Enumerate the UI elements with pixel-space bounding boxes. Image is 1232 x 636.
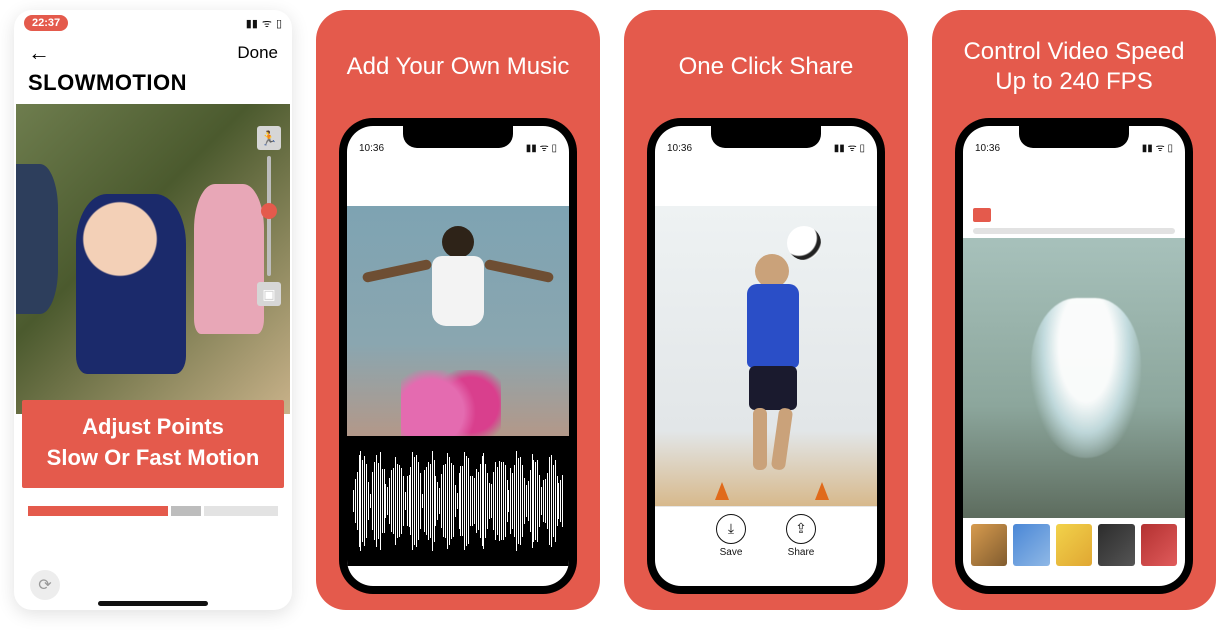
status-icons: ▮▮ ᯤ ▯ [1142,140,1173,154]
signal-icon: ▮▮ [246,17,258,30]
done-button[interactable]: Done [1140,161,1173,177]
status-icons: ▮▮ ᯤ ▯ [526,140,557,154]
status-bar: 22:37 ▮▮ ᯤ ▯ [14,10,292,36]
status-time: 10:36 [359,143,384,154]
refresh-icon: ⟳ [38,575,51,595]
speed-slider-track[interactable] [973,228,1175,234]
status-icons: ▮▮ ᯤ ▯ [834,140,865,154]
download-icon: ⤓ [716,514,746,544]
screenshot-slowmotion: 22:37 ▮▮ ᯤ ▯ ← Done SLOWMOTION 🏃 ▣ Adjus… [14,10,292,610]
figure-icon [725,254,815,474]
back-arrow-icon[interactable]: ← [28,42,50,64]
clip-thumbnails[interactable] [963,518,1185,572]
phone-mock: 10:36 ▮▮ ᯤ ▯ ← Done EDITOR [955,118,1193,594]
caption-line: Slow Or Fast Motion [28,443,278,474]
back-arrow-icon[interactable]: ← [975,161,989,177]
promo-card-speed: Control Video Speed Up to 240 FPS 10:36 … [932,10,1216,610]
promo-title: Add Your Own Music [347,36,570,98]
battery-icon: ▯ [276,17,282,30]
timeline-progress[interactable] [28,506,278,516]
share-body: ⤓ Save ⇪ Share [655,206,877,586]
back-arrow-icon[interactable]: ← [667,161,681,177]
video-placeholder [16,104,290,414]
audio-waveform[interactable] [347,436,569,566]
nav-bar: ← Done [14,36,292,70]
clip-thumb[interactable] [971,524,1007,566]
notch [403,126,513,148]
notch [1019,126,1129,148]
back-arrow-icon[interactable]: ← [359,161,373,177]
progress-remaining [204,506,278,516]
share-label: Share [788,547,815,558]
status-time: 10:36 [667,143,692,154]
nav-bar: ← Done [347,156,569,182]
clip-thumb[interactable] [1098,524,1134,566]
clip-thumb[interactable] [1141,524,1177,566]
cone-icon [815,482,829,500]
refresh-button[interactable]: ⟳ [30,570,60,600]
editor-body [347,206,569,586]
promo-title: Control Video Speed Up to 240 FPS [963,36,1184,98]
promo-card-share: One Click Share 10:36 ▮▮ ᯤ ▯ ← Done SHAR… [624,10,908,610]
runner-icon: 🏃 [257,126,281,150]
screen-title: SLOWMOTION [14,70,292,102]
slider-thumb[interactable] [261,203,277,219]
screen-title: SHARE [655,182,877,206]
phone-screen: 10:36 ▮▮ ᯤ ▯ ← Done EDITOR [963,126,1185,586]
caption-line: Adjust Points [28,412,278,443]
phone-mock: 10:36 ▮▮ ᯤ ▯ ← Done EDITOR [339,118,577,594]
promo-card-music: Add Your Own Music 10:36 ▮▮ ᯤ ▯ ← Done E… [316,10,600,610]
figure-icon [194,184,264,334]
save-label: Save [720,547,743,558]
speed-badge[interactable] [973,208,991,222]
figure-icon [16,164,58,314]
video-preview[interactable] [655,206,877,506]
nav-bar: ← Done [963,156,1185,182]
share-button[interactable]: ⇪ Share [786,514,816,558]
notch [711,126,821,148]
picture-icon: ▣ [257,282,281,306]
editor-body [963,238,1185,586]
progress-done [28,506,168,516]
home-indicator [98,601,208,606]
cone-icon [715,482,729,500]
phone-mock: 10:36 ▮▮ ᯤ ▯ ← Done SHARE [647,118,885,594]
done-button[interactable]: Done [524,161,557,177]
status-time-pill: 22:37 [24,15,68,31]
video-preview[interactable] [347,206,569,436]
wifi-icon: ᯤ [262,16,272,31]
water-splash-icon [1031,298,1141,458]
status-icons: ▮▮ ᯤ ▯ [246,16,282,31]
progress-partial [171,506,201,516]
clip-thumb[interactable] [1056,524,1092,566]
nav-bar: ← Done [655,156,877,182]
phone-screen: 10:36 ▮▮ ᯤ ▯ ← Done EDITOR [347,126,569,586]
phone-screen: 10:36 ▮▮ ᯤ ▯ ← Done SHARE [655,126,877,586]
done-button[interactable]: Done [832,161,865,177]
figure-icon [76,194,186,374]
video-preview[interactable] [963,238,1185,518]
share-actions: ⤓ Save ⇪ Share [655,506,877,564]
promo-caption: Adjust Points Slow Or Fast Motion [22,400,284,488]
save-button[interactable]: ⤓ Save [716,514,746,558]
status-time: 10:36 [975,143,1000,154]
video-preview[interactable]: 🏃 ▣ Adjust Points Slow Or Fast Motion [16,104,290,414]
done-button[interactable]: Done [237,43,278,63]
figure-icon [398,226,518,386]
speed-slider[interactable]: 🏃 ▣ [256,126,282,306]
share-icon: ⇪ [786,514,816,544]
clip-thumb[interactable] [1013,524,1049,566]
promo-title: One Click Share [679,36,854,98]
screen-title: EDITOR [347,182,569,206]
splash-icon [401,370,501,436]
slider-track[interactable] [267,156,271,276]
screen-title: EDITOR [963,182,1185,206]
